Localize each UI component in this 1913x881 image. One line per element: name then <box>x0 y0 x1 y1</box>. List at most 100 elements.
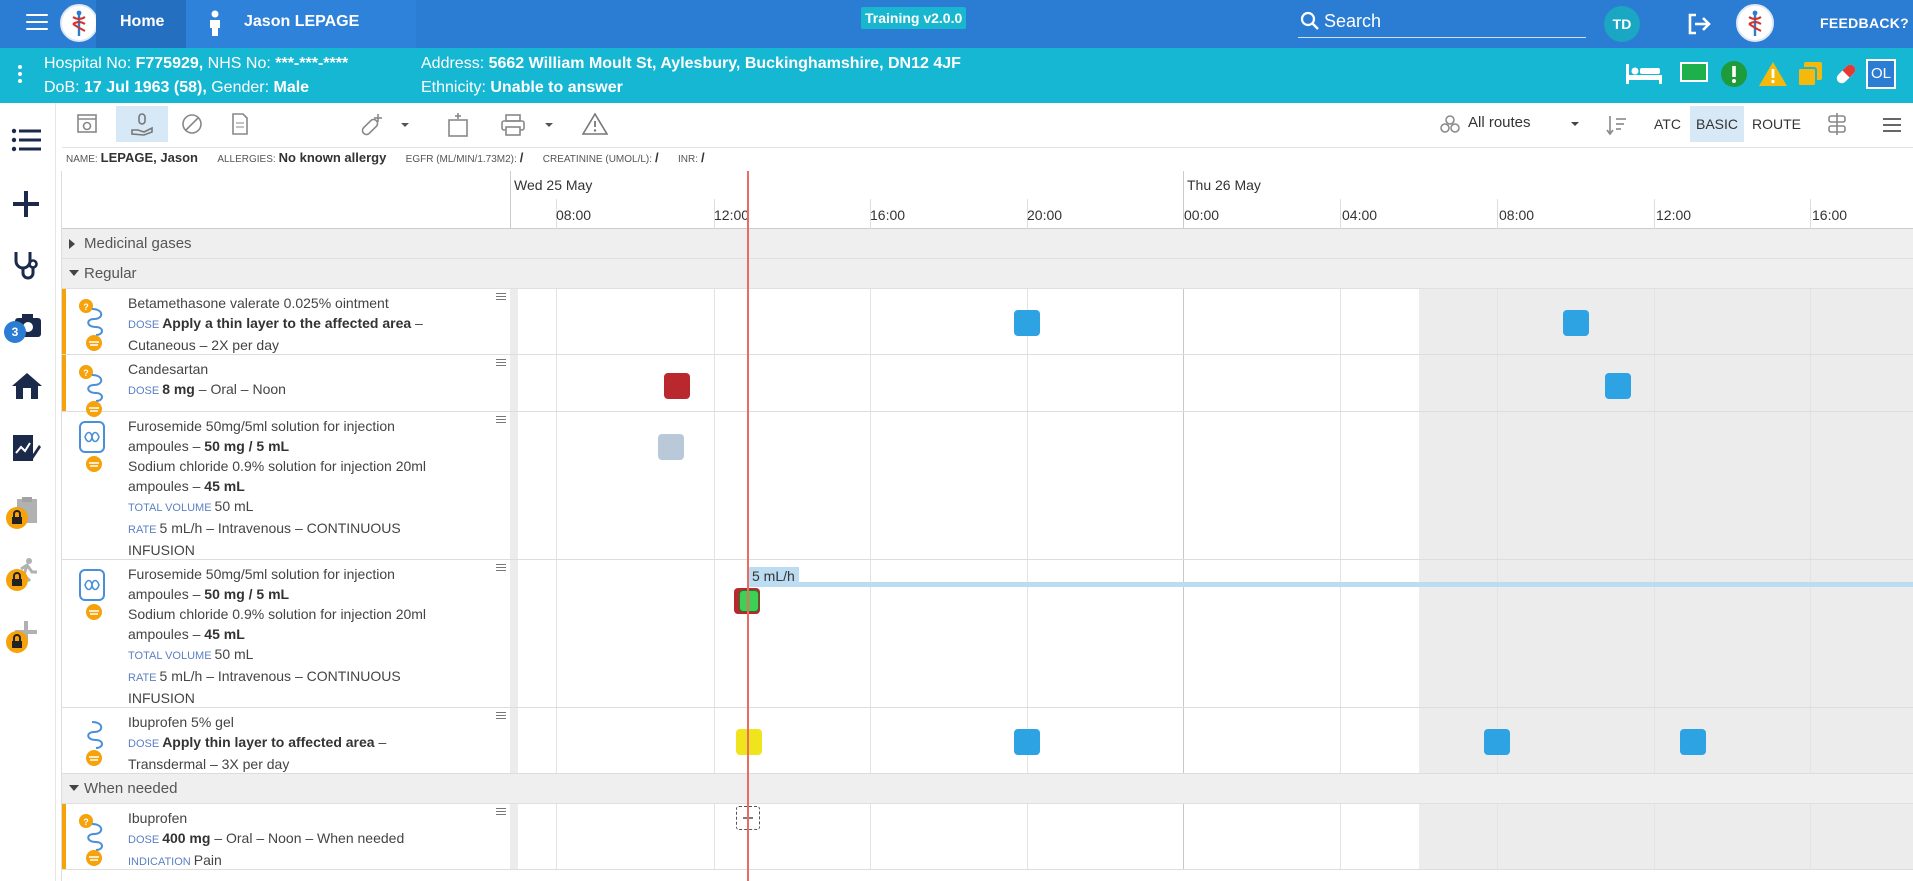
lock-icon <box>6 507 28 529</box>
row-menu-icon[interactable] <box>496 359 506 368</box>
left-navigation-rail: 3 <box>0 103 56 881</box>
home-icon[interactable] <box>11 371 47 407</box>
warning-flag <box>62 289 66 354</box>
list-view-icon[interactable] <box>11 127 47 163</box>
grid-line <box>1340 804 1341 869</box>
alert-circle-icon[interactable] <box>1720 60 1748 88</box>
lock-icon <box>6 569 28 591</box>
dose-given[interactable] <box>739 590 759 612</box>
layout-icon[interactable] <box>1826 112 1848 136</box>
status-green-flag-icon[interactable] <box>1680 62 1708 82</box>
medication-chart: Wed 25 May Thu 26 May 08:00 12:00 16:00 … <box>61 171 1913 881</box>
row-timeline[interactable] <box>510 289 1913 354</box>
ethnicity: Unable to answer <box>490 79 623 96</box>
medication-row[interactable]: Ibuprofen 5% gel DOSE Apply thin layer to… <box>62 708 1913 774</box>
dose-planned[interactable] <box>1014 310 1040 336</box>
print-icon[interactable] <box>500 114 526 136</box>
add-medication-icon[interactable] <box>358 112 384 138</box>
grid-line <box>714 708 715 773</box>
routes-icon <box>1440 115 1460 133</box>
global-search[interactable] <box>1298 8 1586 38</box>
search-input[interactable] <box>1324 10 1574 32</box>
documents-icon[interactable] <box>1796 60 1824 88</box>
future-shade <box>1419 355 1913 411</box>
row-timeline[interactable] <box>510 708 1913 773</box>
name-label: NAME: <box>66 154 98 165</box>
infusion-bar[interactable] <box>748 582 1913 587</box>
group-route-button[interactable]: ROUTE <box>1746 106 1807 142</box>
routes-chevron-icon <box>1571 122 1579 126</box>
dose-planned[interactable] <box>1680 729 1706 755</box>
medication-row[interactable]: ? Candesartan DOSE 8 mg – Oral – Noon <box>62 355 1913 417</box>
group-basic-button[interactable]: BASIC <box>1690 106 1745 142</box>
warning-icon[interactable] <box>1758 60 1788 88</box>
sort-icon[interactable] <box>1606 114 1628 136</box>
row-menu-icon[interactable] <box>496 564 506 573</box>
medication-row[interactable]: ? Ibuprofen DOSE 400 mg – Oral – Noon – W… <box>62 804 1913 870</box>
grid-line <box>714 289 715 354</box>
prescription-icon[interactable] <box>446 112 470 138</box>
group-label: When needed <box>84 780 178 797</box>
document-icon[interactable] <box>230 112 250 136</box>
grid-line <box>556 804 557 869</box>
day-divider <box>510 171 511 229</box>
dose-tail: – <box>374 734 387 750</box>
grid-line <box>556 355 557 411</box>
grid-line <box>1340 289 1341 354</box>
indication-label: INDICATION <box>128 856 191 868</box>
breadcrumb-home[interactable]: Home <box>96 0 186 48</box>
dose-planned[interactable] <box>1484 729 1510 755</box>
dose-planned[interactable] <box>1014 729 1040 755</box>
administration-view-button[interactable] <box>116 106 168 142</box>
banner-more-icon[interactable] <box>18 65 22 86</box>
user-avatar[interactable]: TD <box>1604 6 1640 42</box>
svg-text:?: ? <box>83 817 89 827</box>
chart-view-icon[interactable] <box>76 112 98 134</box>
stethoscope-icon[interactable] <box>11 249 47 285</box>
dose-missed[interactable] <box>664 373 690 399</box>
bed-icon[interactable] <box>1624 60 1664 86</box>
diluent-name: Sodium chloride 0.9% solution for inject… <box>128 458 427 474</box>
main-menu-icon[interactable] <box>26 14 48 32</box>
row-timeline[interactable] <box>510 412 1913 559</box>
row-menu-icon[interactable] <box>496 293 506 302</box>
infusion-rate-label: 5 mL/h <box>748 567 799 585</box>
medication-capsule-icon[interactable] <box>1832 60 1860 88</box>
feedback-button[interactable]: FEEDBACK? <box>1736 0 1913 48</box>
dose-due[interactable] <box>736 729 762 755</box>
medication-row[interactable]: Furosemide 50mg/5ml solution for injecti… <box>62 560 1913 708</box>
medication-details: Ibuprofen 5% gel DOSE Apply thin layer to… <box>128 712 468 774</box>
group-regular[interactable]: Regular <box>62 259 1913 289</box>
grid-line <box>1810 289 1811 354</box>
future-shade <box>1419 412 1913 559</box>
group-atc-button[interactable]: ATC <box>1648 106 1687 142</box>
row-menu-icon[interactable] <box>496 808 506 817</box>
add-icon[interactable] <box>11 189 47 225</box>
medication-row[interactable]: Furosemide 50mg/5ml solution for injecti… <box>62 412 1913 560</box>
chart-document-icon[interactable] <box>11 433 47 469</box>
print-options-chevron-icon[interactable] <box>544 120 554 130</box>
group-when-needed[interactable]: When needed <box>62 774 1913 804</box>
row-menu-icon[interactable] <box>496 416 506 425</box>
medication-details: Furosemide 50mg/5ml solution for injecti… <box>128 416 468 560</box>
dose-pending[interactable] <box>658 434 684 460</box>
logout-icon[interactable] <box>1686 12 1714 36</box>
group-medicinal-gases[interactable]: Medicinal gases <box>62 229 1913 259</box>
row-timeline[interactable] <box>510 804 1913 869</box>
warning-outline-icon[interactable] <box>582 112 608 136</box>
grid-line <box>556 412 557 559</box>
timeline-header: Wed 25 May Thu 26 May 08:00 12:00 16:00 … <box>62 171 1913 229</box>
ol-badge[interactable]: OL <box>1866 59 1896 89</box>
dose-planned[interactable] <box>1605 373 1631 399</box>
dose-planned[interactable] <box>1563 310 1589 336</box>
row-menu-icon[interactable] <box>496 712 506 721</box>
row-timeline[interactable]: 5 mL/h <box>510 560 1913 707</box>
diluent-name: Sodium chloride 0.9% solution for inject… <box>128 606 427 622</box>
breadcrumb-patient[interactable]: Jason LEPAGE <box>186 0 416 48</box>
medication-row[interactable]: ? Betamethasone valerate 0.025% ointment… <box>62 289 1913 355</box>
more-menu-icon[interactable] <box>1882 116 1902 134</box>
row-timeline[interactable] <box>510 355 1913 411</box>
med-strength: 50 mg / 5 mL <box>204 438 290 454</box>
pill-cancel-icon[interactable] <box>180 112 204 136</box>
chevron-down-icon[interactable] <box>400 120 410 130</box>
